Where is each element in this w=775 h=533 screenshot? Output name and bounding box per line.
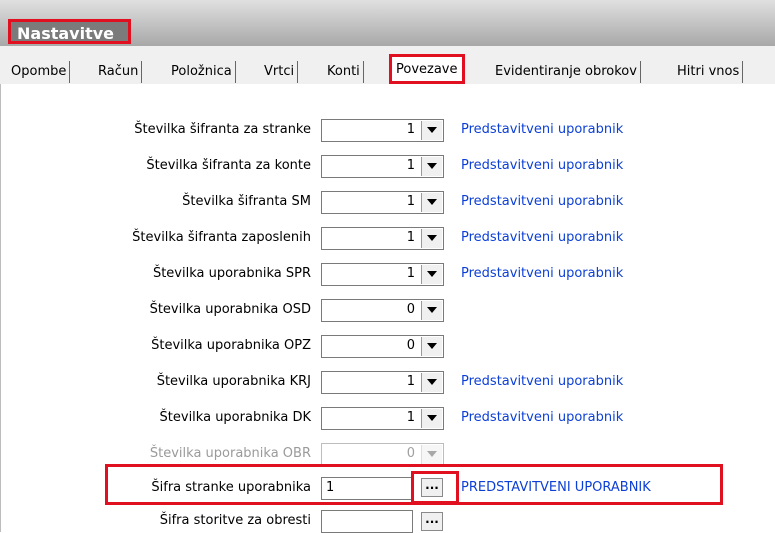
tab-racun[interactable]: Račun [95,61,143,83]
uporabnik-obr-select: 0 [321,443,444,466]
tab-vrtci[interactable]: Vrtci [261,61,299,83]
row-label: Številka uporabnika OPZ [151,338,311,353]
user-link[interactable]: Predstavitveni uporabnik [461,157,623,175]
window-titlebar: Nastavitve [0,0,775,46]
dropdown-arrow-icon[interactable] [421,373,442,392]
sifra-storitve-input[interactable] [321,510,413,533]
tab-poloznica[interactable]: Položnica [168,61,236,83]
select-value: 0 [406,338,415,353]
sifra-stranke-input[interactable]: 1 [321,477,413,500]
select-value: 1 [406,266,415,281]
uporabnik-dk-select[interactable]: 1 [321,407,444,430]
uporabnik-opz-select[interactable]: 0 [321,335,444,358]
row-label: Številka uporabnika OSD [149,302,311,317]
window-title-highlight: Nastavitve [8,19,131,44]
settings-panel: Številka šifranta za stranke 1 Predstavi… [0,84,775,533]
user-link[interactable]: Predstavitveni uporabnik [461,193,623,211]
row-label: Številka šifranta SM [182,194,311,209]
tab-povezave[interactable]: Povezave [389,54,465,84]
tab-strip: Opombe Račun Položnica Vrtci Konti Povez… [0,46,775,85]
select-value: 0 [406,446,415,461]
sifra-stranke-label: Šifra stranke uporabnika [151,480,311,495]
row-label: Številka šifranta za stranke [134,122,311,137]
tab-opombe[interactable]: Opombe [8,61,71,83]
tab-hitri-vnos[interactable]: Hitri vnos [674,61,744,83]
sifrant-konte-select[interactable]: 1 [321,155,444,178]
dropdown-arrow-icon[interactable] [421,193,442,212]
uporabnik-spr-select[interactable]: 1 [321,263,444,286]
row-label: Številka uporabnika OBR [149,446,311,461]
select-value: 1 [406,194,415,209]
user-link[interactable]: Predstavitveni uporabnik [461,409,623,427]
select-value: 1 [406,374,415,389]
sifrant-sm-select[interactable]: 1 [321,191,444,214]
dropdown-arrow-icon[interactable] [421,121,442,140]
uporabnik-osd-select[interactable]: 0 [321,299,444,322]
tab-konti[interactable]: Konti [324,61,364,83]
user-link[interactable]: Predstavitveni uporabnik [461,121,623,139]
user-link[interactable]: Predstavitveni uporabnik [461,265,623,283]
select-value: 1 [406,230,415,245]
dropdown-arrow-icon[interactable] [421,301,442,320]
row-label: Številka uporabnika DK [159,410,311,425]
dropdown-arrow-icon[interactable] [421,157,442,176]
select-value: 0 [406,302,415,317]
row-label: Številka uporabnika KRJ [156,374,311,389]
dropdown-arrow-icon[interactable] [421,229,442,248]
user-link[interactable]: Predstavitveni uporabnik [461,373,623,391]
row-label: Številka uporabnika SPR [152,266,311,281]
sifra-storitve-label: Šifra storitve za obresti [159,513,311,528]
select-value: 1 [406,122,415,137]
row-label: Številka šifranta zaposlenih [132,230,311,245]
dropdown-arrow-icon[interactable] [421,409,442,428]
browse-button[interactable]: ... [421,512,443,531]
dropdown-arrow-icon[interactable] [421,337,442,356]
select-value: 1 [406,410,415,425]
dropdown-arrow-icon [421,445,442,464]
user-link-uppercase[interactable]: PREDSTAVITVENI UPORABNIK [461,479,651,497]
sifrant-zaposlenih-select[interactable]: 1 [321,227,444,250]
row-label: Številka šifranta za konte [146,158,311,173]
browse-button[interactable]: ... [421,478,443,497]
select-value: 1 [406,158,415,173]
uporabnik-krj-select[interactable]: 1 [321,371,444,394]
tab-evidentiranje-obrokov[interactable]: Evidentiranje obrokov [492,61,641,83]
window-title: Nastavitve [17,24,114,43]
input-value: 1 [326,480,335,495]
user-link[interactable]: Predstavitveni uporabnik [461,229,623,247]
sifrant-stranke-select[interactable]: 1 [321,119,444,142]
dropdown-arrow-icon[interactable] [421,265,442,284]
